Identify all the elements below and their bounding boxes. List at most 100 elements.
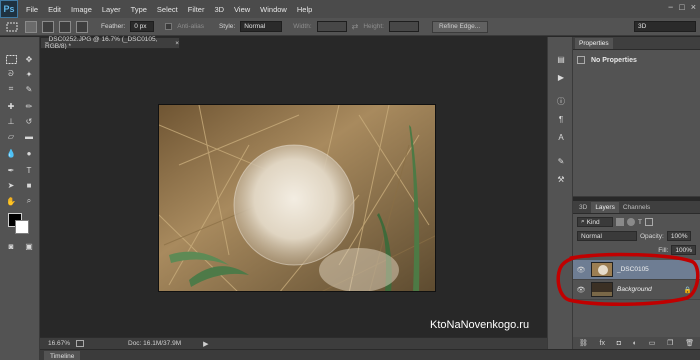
window-controls: − □ × [668, 2, 696, 12]
hand-tool-icon[interactable]: ✋ [4, 195, 18, 207]
close-document-icon[interactable]: × [175, 40, 179, 47]
eyedropper-tool-icon[interactable]: ✎ [22, 83, 36, 95]
opacity-label: Opacity: [640, 232, 664, 240]
menu-select[interactable]: Select [157, 5, 178, 14]
eraser-tool-icon[interactable]: ▱ [4, 130, 18, 142]
healing-brush-icon[interactable]: ✚ [4, 100, 18, 112]
swap-dimensions-icon[interactable]: ⇄ [352, 22, 359, 31]
history-panel-icon[interactable]: ▤ [554, 53, 568, 65]
minimize-button[interactable]: − [668, 2, 673, 12]
blur-tool-icon[interactable]: 💧 [4, 147, 18, 159]
menu-edit[interactable]: Edit [48, 5, 61, 14]
status-icon[interactable] [76, 340, 84, 347]
path-selection-icon[interactable]: ➤ [4, 179, 18, 191]
marquee-tool-preset-icon[interactable] [6, 21, 20, 33]
quick-mask-icon[interactable]: ◙ [4, 240, 18, 252]
info-panel-icon[interactable]: ⓘ [554, 95, 568, 107]
menu-view[interactable]: View [234, 5, 250, 14]
style-label: Style: [218, 23, 236, 30]
tools-panel: ✥ ᘐ ✦ ⌗ ✎ ✚ ✏ ⊥ ↺ ▱ ▬ 💧 ● ✒ T ➤ ■ ✋ ⌕ ◙ … [0, 37, 40, 360]
tab-3d[interactable]: 3D [575, 202, 591, 213]
delete-layer-icon[interactable]: 🗑 [685, 339, 694, 347]
kind-search-icon: ⌕ [581, 218, 585, 225]
close-button[interactable]: × [691, 2, 696, 12]
new-group-icon[interactable]: ▭ [649, 339, 656, 347]
maximize-button[interactable]: □ [679, 2, 684, 12]
marquee-tool-icon[interactable] [4, 53, 18, 65]
timeline-tab[interactable]: Timeline [44, 351, 81, 360]
workspace-select[interactable]: 3D [634, 21, 696, 32]
intersect-selection-icon[interactable] [76, 20, 88, 33]
zoom-level[interactable]: 16.67% [48, 340, 76, 347]
add-selection-icon[interactable] [42, 20, 54, 33]
tab-layers[interactable]: Layers [591, 202, 619, 213]
menu-bar: Ps File Edit Image Layer Type Select Fil… [0, 0, 700, 18]
clone-stamp-icon[interactable]: ⊥ [4, 115, 18, 127]
filter-pixel-icon[interactable] [616, 218, 624, 226]
menu-file[interactable]: File [26, 5, 38, 14]
document-tab[interactable]: _DSC0252.JPG @ 16.7% (_DSC0105, RGB/8) *… [40, 36, 180, 50]
dodge-tool-icon[interactable]: ● [22, 147, 36, 159]
status-menu-arrow-icon[interactable]: ▶ [203, 340, 208, 348]
refine-edge-button[interactable]: Refine Edge... [431, 20, 488, 33]
tab-properties[interactable]: Properties [575, 38, 613, 49]
filter-adjustment-icon[interactable] [627, 218, 635, 226]
photoshop-logo: Ps [0, 0, 18, 18]
menu-window[interactable]: Window [260, 5, 287, 14]
screen-mode-icon[interactable]: ▣ [22, 240, 36, 252]
tab-channels[interactable]: Channels [619, 202, 654, 213]
adjustment-layer-icon[interactable]: ◐ [633, 340, 637, 347]
style-select[interactable]: Normal [240, 21, 283, 32]
width-label: Width: [293, 23, 312, 30]
new-selection-icon[interactable] [25, 20, 37, 33]
paragraph-panel-icon[interactable]: ¶ [554, 113, 568, 125]
height-label: Height: [363, 23, 384, 30]
properties-icon [577, 56, 585, 64]
link-layers-icon[interactable]: ⛓ [579, 339, 588, 347]
layer-style-icon[interactable]: fx [600, 340, 605, 347]
annotation-circle [556, 252, 700, 307]
menu-filter[interactable]: Filter [188, 5, 205, 14]
canvas-image[interactable] [158, 104, 436, 292]
blend-mode-select[interactable]: Normal [577, 231, 637, 241]
character-panel-icon[interactable]: A [554, 131, 568, 143]
add-mask-icon[interactable]: ◘ [617, 340, 621, 347]
options-bar: Feather: 0 px Anti-alias Style: Normal W… [0, 18, 700, 36]
zoom-tool-icon[interactable]: ⌕ [22, 195, 36, 207]
height-input[interactable] [388, 21, 419, 32]
subtract-selection-icon[interactable] [59, 20, 71, 33]
filter-type-icon[interactable]: T [638, 219, 642, 226]
menu-layer[interactable]: Layer [102, 5, 121, 14]
antialias-checkbox[interactable] [165, 23, 173, 30]
move-tool-icon[interactable]: ✥ [22, 53, 36, 65]
type-tool-icon[interactable]: T [22, 164, 36, 176]
pen-tool-icon[interactable]: ✒ [4, 164, 18, 176]
brush-panel-icon[interactable]: ✎ [554, 155, 568, 167]
timeline-panel: Timeline [40, 349, 700, 360]
actions-panel-icon[interactable]: ▶ [554, 71, 568, 83]
status-bar: 16.67% Doc: 16.1M/37.9M ▶ [40, 337, 547, 349]
tool-presets-icon[interactable]: ⚒ [554, 173, 568, 185]
kind-label: Kind [586, 218, 600, 226]
opacity-input[interactable]: 100% [666, 231, 692, 241]
lasso-tool-icon[interactable]: ᘐ [4, 68, 18, 80]
menu-help[interactable]: Help [297, 5, 312, 14]
new-layer-icon[interactable]: ❐ [667, 339, 673, 347]
brush-tool-icon[interactable]: ✏ [22, 100, 36, 112]
menu-type[interactable]: Type [131, 5, 147, 14]
document-size: Doc: 16.1M/37.9M [128, 340, 182, 347]
menu-3d[interactable]: 3D [214, 5, 224, 14]
magic-wand-icon[interactable]: ✦ [22, 68, 36, 80]
width-input[interactable] [316, 21, 347, 32]
background-color-swatch[interactable] [15, 220, 29, 234]
history-brush-icon[interactable]: ↺ [22, 115, 36, 127]
shape-tool-icon[interactable]: ■ [22, 179, 36, 191]
gradient-tool-icon[interactable]: ▬ [22, 130, 36, 142]
filter-kind-select[interactable]: ⌕ Kind [577, 217, 613, 227]
feather-input[interactable]: 0 px [130, 21, 155, 32]
feather-label: Feather: [101, 23, 126, 30]
crop-tool-icon[interactable]: ⌗ [4, 83, 18, 95]
menu-image[interactable]: Image [71, 5, 92, 14]
document-tab-title: _DSC0252.JPG @ 16.7% (_DSC0105, RGB/8) * [45, 36, 158, 50]
filter-shape-icon[interactable] [644, 218, 653, 226]
